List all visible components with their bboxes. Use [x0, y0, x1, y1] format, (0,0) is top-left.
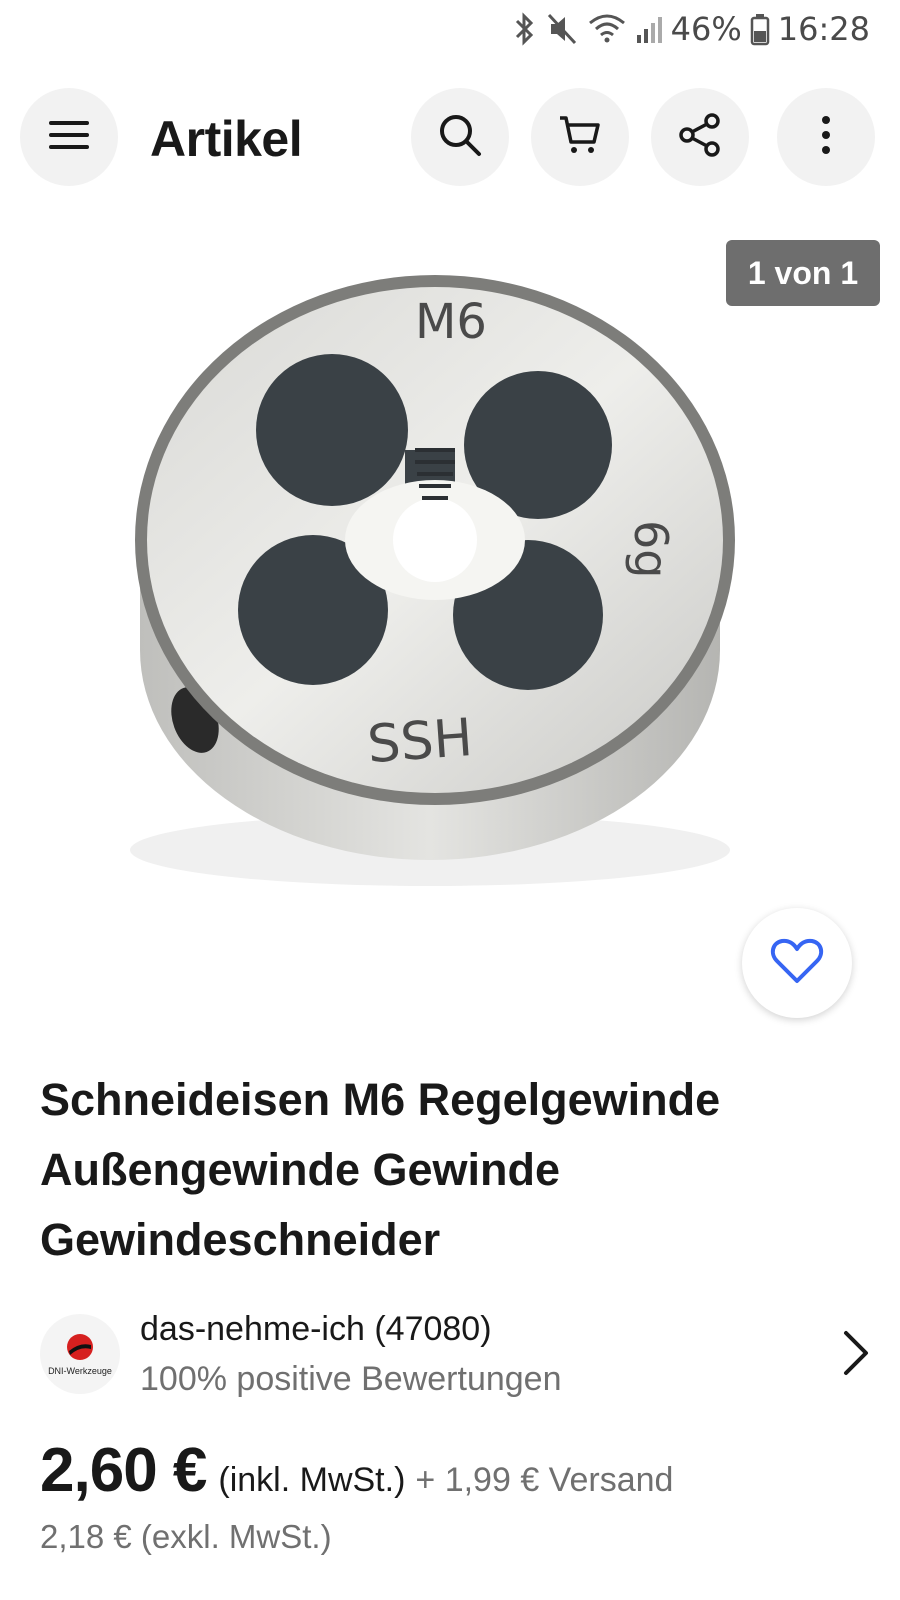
price-vat-note: (inkl. MwSt.)	[218, 1461, 406, 1499]
bluetooth-icon	[513, 11, 537, 47]
seller-name: das-nehme-ich (47080)	[140, 1310, 492, 1348]
chevron-right-icon	[842, 1330, 870, 1381]
menu-icon	[47, 117, 91, 158]
share-icon	[677, 112, 723, 163]
wifi-icon	[587, 11, 627, 47]
more-vertical-icon	[820, 114, 832, 161]
product-title-line: Gewindeschneider	[40, 1214, 441, 1265]
heart-outline-icon	[770, 937, 824, 990]
search-icon	[437, 112, 483, 163]
seller-logo-mark	[67, 1334, 93, 1360]
seller-logo: DNI-Werkzeuge	[40, 1314, 120, 1394]
top-app-bar: Artikel	[0, 88, 900, 188]
marking-6g: 6g	[624, 520, 678, 578]
share-button[interactable]	[651, 88, 749, 186]
more-options-button[interactable]	[777, 88, 875, 186]
price: 2,60 €	[40, 1436, 207, 1505]
mute-icon	[545, 11, 579, 47]
cart-icon	[557, 112, 603, 163]
seller-info-row[interactable]: DNI-Werkzeuge das-nehme-ich (47080) 100%…	[40, 1310, 870, 1400]
signal-icon	[635, 11, 663, 47]
shipping-cost: + 1,99 € Versand	[415, 1461, 674, 1499]
battery-icon	[750, 11, 770, 47]
status-icons: 46% 16:28	[513, 10, 870, 48]
product-title: Schneideisen M6 Regelgewinde Außengewind…	[40, 1065, 870, 1275]
image-gallery[interactable]: 1 von 1 M6 6g SSH	[0, 220, 900, 1018]
seller-rating: 100% positive Bewertungen	[140, 1360, 562, 1398]
menu-button[interactable]	[20, 88, 118, 186]
seller-logo-caption: DNI-Werkzeuge	[48, 1366, 112, 1376]
battery-percentage: 46%	[670, 10, 742, 48]
search-button[interactable]	[411, 88, 509, 186]
product-image[interactable]: M6 6g SSH	[70, 250, 750, 890]
product-title-line: Schneideisen M6 Regelgewinde	[40, 1074, 721, 1125]
status-bar: 46% 16:28	[0, 0, 900, 64]
price-row: 2,60 € (inkl. MwSt.) + 1,99 € Versand	[40, 1435, 673, 1506]
page-title: Artikel	[150, 111, 303, 167]
marking-ssh: SSH	[365, 708, 474, 775]
net-price: 2,18 € (exkl. MwSt.)	[40, 1518, 332, 1555]
product-title-line: Außengewinde Gewinde	[40, 1144, 561, 1195]
marking-m6: M6	[415, 294, 487, 350]
clock: 16:28	[777, 10, 870, 48]
watchlist-button[interactable]	[742, 908, 852, 1018]
cart-button[interactable]	[531, 88, 629, 186]
